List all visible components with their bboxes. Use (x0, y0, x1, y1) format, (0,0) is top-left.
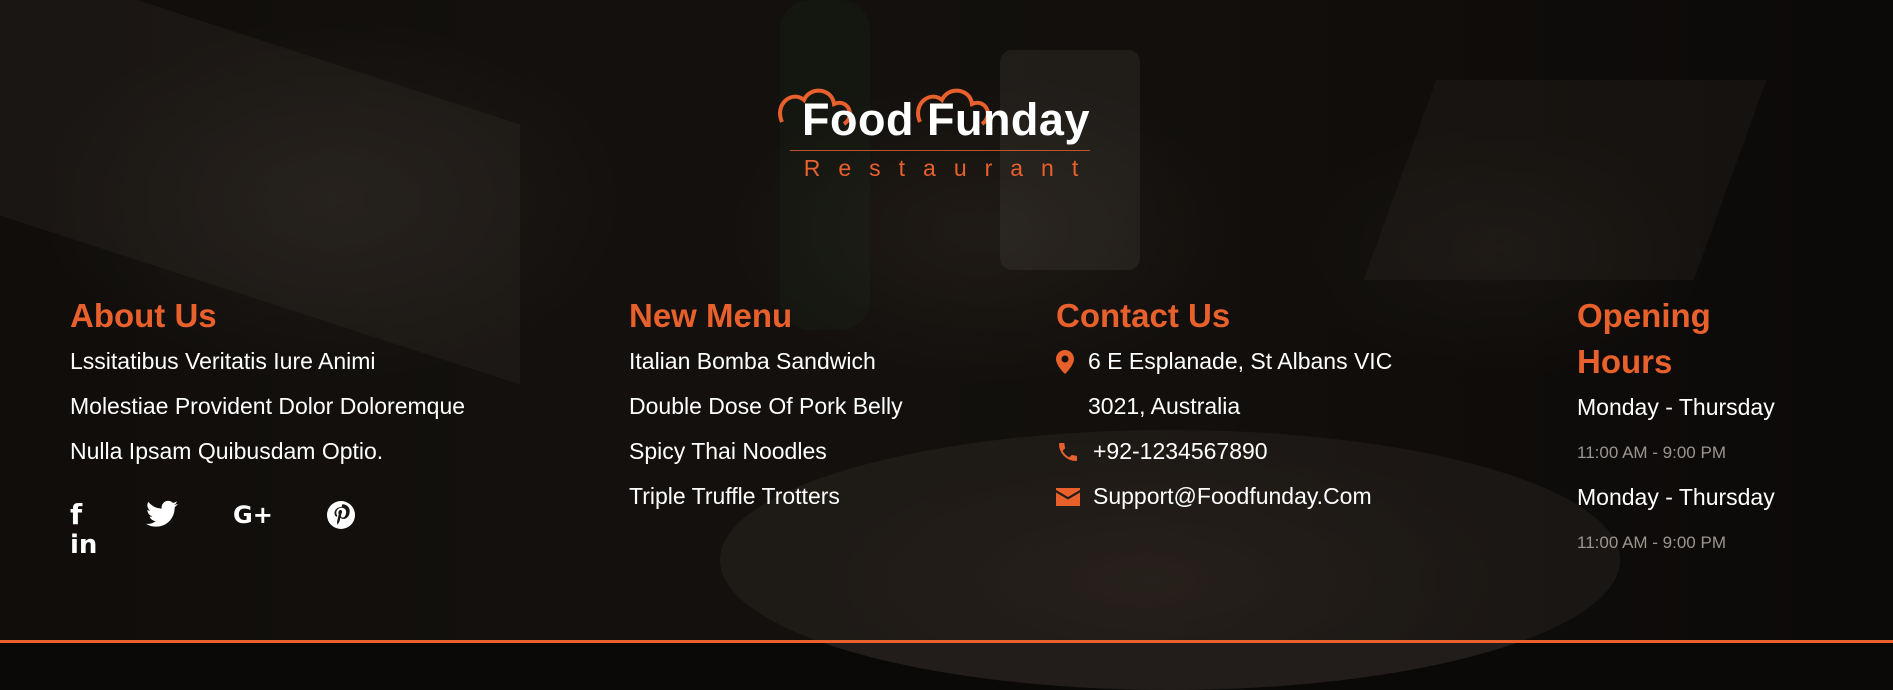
social-links: f G+ in (70, 500, 390, 566)
logo-name: Food Funday (802, 94, 1090, 145)
menu-item[interactable]: Triple Truffle Trotters (629, 474, 989, 519)
about-line: Nulla Ipsam Quibusdam Optio. (70, 438, 384, 464)
contact-us-section: Contact Us 6 E Esplanade, St Albans VIC … (1056, 293, 1416, 519)
address-line-2: 3021, Australia (1088, 393, 1241, 419)
contact-address: 6 E Esplanade, St Albans VIC (1056, 339, 1416, 384)
menu-item[interactable]: Double Dose Of Pork Belly (629, 384, 989, 429)
phone-number[interactable]: +92-1234567890 (1093, 438, 1268, 464)
about-us-section: About Us Lssitatibus Veritatis Iure Anim… (70, 293, 550, 474)
hours-day: Monday - Thursday (1577, 394, 1775, 420)
linkedin-icon[interactable]: in (70, 530, 97, 560)
contact-us-title: Contact Us (1056, 297, 1231, 334)
email-address[interactable]: Support@Foodfunday.Com (1093, 483, 1372, 509)
new-menu-section: New Menu Italian Bomba Sandwich Double D… (629, 293, 989, 519)
about-line: Lssitatibus Veritatis Iure Animi (70, 348, 376, 374)
facebook-icon[interactable]: f (70, 500, 82, 530)
menu-item[interactable]: Italian Bomba Sandwich (629, 339, 989, 384)
opening-hours-title-line-2: Hours (1577, 343, 1673, 380)
opening-hours-section: Opening Hours Monday - Thursday 11:00 AM… (1577, 293, 1877, 565)
phone-icon (1056, 429, 1080, 474)
map-marker-icon (1056, 339, 1080, 384)
hours-day: Monday - Thursday (1577, 484, 1775, 510)
pinterest-icon[interactable] (326, 500, 356, 536)
new-menu-title: New Menu (629, 297, 793, 334)
logo-divider (790, 150, 1090, 151)
menu-item[interactable]: Spicy Thai Noodles (629, 429, 989, 474)
hours-time: 11:00 AM - 9:00 PM (1577, 533, 1726, 552)
hours-time: 11:00 AM - 9:00 PM (1577, 443, 1726, 462)
envelope-icon (1056, 474, 1080, 519)
logo[interactable]: Food Funday Restaurant (770, 84, 1122, 189)
contact-email[interactable]: Support@Foodfunday.Com (1056, 474, 1416, 519)
opening-hours-title: Opening Hours (1577, 293, 1877, 385)
address-line-1: 6 E Esplanade, St Albans VIC (1088, 348, 1393, 374)
about-line: Molestiae Provident Dolor Doloremque (70, 393, 466, 419)
opening-hours-title-line-1: Opening (1577, 297, 1711, 334)
logo-tagline: Restaurant (803, 155, 1097, 181)
google-plus-icon[interactable]: G+ (233, 500, 273, 530)
about-us-title: About Us (70, 297, 217, 334)
twitter-icon[interactable] (146, 500, 178, 534)
contact-phone[interactable]: +92-1234567890 (1056, 429, 1416, 474)
